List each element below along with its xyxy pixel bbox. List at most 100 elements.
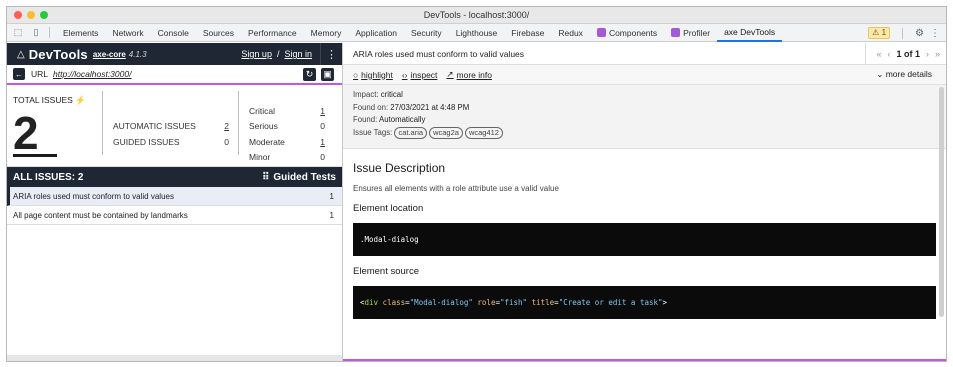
tab-profiler-label: Profiler: [683, 27, 711, 38]
warnings-badge[interactable]: ⚠ 1: [868, 27, 891, 39]
detail-scrollbar[interactable]: [939, 87, 944, 317]
save-icon[interactable]: ▣: [321, 68, 334, 81]
sign-up-link[interactable]: Sign up: [241, 49, 272, 59]
tab-lighthouse[interactable]: Lighthouse: [449, 24, 505, 42]
zoom-window-button[interactable]: [40, 11, 48, 19]
minor-label: Minor: [249, 152, 271, 162]
issue-metadata: Impact: critical Found on: 27/03/2021 at…: [343, 85, 946, 149]
more-info-link[interactable]: ↗ more info: [446, 69, 492, 80]
moderate-count[interactable]: 1: [305, 137, 325, 147]
inspect-link[interactable]: ‹› inspect: [402, 70, 438, 80]
minimize-window-button[interactable]: [27, 11, 35, 19]
issue-tag: wcag412: [464, 126, 503, 139]
rescan-icon[interactable]: ↻: [303, 68, 316, 81]
tab-security[interactable]: Security: [404, 24, 449, 42]
source-value: "fish": [499, 298, 528, 307]
all-issues-label: ALL ISSUES: 2: [13, 171, 84, 183]
issue-count: 1: [329, 210, 334, 220]
summary-divider-1: [102, 91, 103, 155]
found-on-row: Found on: 27/03/2021 at 4:48 PM: [353, 102, 936, 115]
next-page-icon[interactable]: ›: [926, 49, 929, 59]
detail-title: ARIA roles used must conform to valid va…: [353, 48, 525, 59]
tab-sources[interactable]: Sources: [196, 24, 241, 42]
last-page-icon[interactable]: »: [935, 49, 940, 59]
detail-header: ARIA roles used must conform to valid va…: [343, 43, 946, 65]
moderate-label: Moderate: [249, 137, 285, 147]
window-titlebar: DevTools - localhost:3000/: [7, 7, 946, 24]
source-value: "Create or edit a task": [558, 298, 663, 307]
element-source-heading: Element source: [353, 266, 420, 277]
tab-console[interactable]: Console: [151, 24, 196, 42]
warnings-count: 1: [881, 28, 887, 37]
critical-count[interactable]: 1: [305, 106, 325, 116]
tab-profiler[interactable]: Profiler: [664, 24, 717, 42]
device-toolbar-icon[interactable]: ▯: [29, 27, 43, 39]
react-profiler-icon: [671, 28, 681, 37]
issue-description-heading: Issue Description: [353, 161, 446, 175]
automatic-issues-label: AUTOMATIC ISSUES: [113, 121, 196, 131]
highlight-label: highlight: [361, 69, 393, 80]
tab-performance[interactable]: Performance: [241, 24, 304, 42]
tab-memory[interactable]: Memory: [304, 24, 349, 42]
issue-count: 1: [329, 191, 334, 201]
element-location-code[interactable]: .Modal-dialog: [353, 223, 936, 256]
settings-gear-icon[interactable]: ⚙: [915, 28, 924, 39]
close-window-button[interactable]: [14, 11, 22, 19]
tab-application[interactable]: Application: [348, 24, 404, 42]
external-link-icon: ↗: [446, 69, 454, 79]
highlight-link[interactable]: ○ highlight: [353, 70, 393, 80]
issue-row[interactable]: All page content must be contained by la…: [7, 206, 342, 225]
lightning-icon: ⚡: [75, 95, 86, 105]
sidebar-scrollbar[interactable]: [7, 355, 342, 361]
auth-links: Sign up / Sign in: [241, 43, 312, 65]
tags-label: Issue Tags:: [353, 127, 393, 137]
window-title: DevTools - localhost:3000/: [423, 10, 530, 20]
chevron-down-icon: ⌄: [876, 69, 884, 79]
total-issues-count: 2: [13, 107, 39, 159]
tab-elements[interactable]: Elements: [56, 24, 105, 42]
devtools-tabbar: ⬚ ▯ Elements Network Console Sources Per…: [7, 24, 946, 42]
tab-components[interactable]: Components: [590, 24, 664, 42]
issue-description-text: Ensures all elements with a role attribu…: [353, 184, 559, 193]
guided-tests-button[interactable]: ⠿ Guided Tests: [256, 167, 342, 187]
url-value[interactable]: http://localhost:3000/: [53, 69, 131, 79]
found-on-label: Found on:: [353, 102, 389, 112]
tab-axe-devtools[interactable]: axe DevTools: [717, 24, 783, 42]
tabbar-right-divider: [902, 27, 904, 39]
element-location-heading: Element location: [353, 203, 424, 214]
more-details-toggle[interactable]: ⌄ more details: [876, 69, 932, 80]
issue-label: ARIA roles used must conform to valid va…: [13, 191, 174, 201]
element-source-code[interactable]: < div class = "Modal-dialog" role = "fish" ti…: [353, 286, 936, 319]
detail-tools: ○ highlight ‹› inspect ↗ more info ⌄ more d…: [343, 65, 946, 85]
total-issues-label: TOTAL ISSUES ⚡: [13, 95, 86, 106]
first-page-icon[interactable]: «: [876, 49, 881, 59]
prev-page-icon[interactable]: ‹: [887, 49, 890, 59]
minor-count: 0: [320, 152, 325, 162]
react-components-icon: [596, 28, 606, 37]
more-options-icon[interactable]: ⋮: [930, 28, 940, 39]
tab-firebase[interactable]: Firebase: [504, 24, 551, 42]
axe-logo-icon: △: [17, 48, 25, 60]
axe-core-link[interactable]: axe-core: [93, 50, 126, 59]
guided-tests-label: Guided Tests: [273, 171, 336, 183]
axe-menu-icon[interactable]: ⋮: [320, 43, 342, 65]
issue-row[interactable]: ARIA roles used must conform to valid va…: [7, 187, 342, 206]
found-row: Found: Automatically: [353, 114, 936, 127]
inspect-element-icon[interactable]: ⬚: [11, 27, 25, 39]
total-underline: [13, 154, 57, 157]
tab-network[interactable]: Network: [105, 24, 150, 42]
serious-label: Serious: [249, 121, 278, 131]
summary-divider-2: [238, 91, 239, 155]
devtools-window: DevTools - localhost:3000/ ⬚ ▯ Elements …: [6, 6, 947, 362]
back-arrow-icon[interactable]: ←: [13, 68, 25, 80]
sign-in-link[interactable]: Sign in: [284, 49, 312, 59]
pager-status: 1 of 1: [896, 49, 920, 59]
issue-label: All page content must be contained by la…: [13, 210, 188, 220]
tab-redux[interactable]: Redux: [551, 24, 590, 42]
axe-title: DevTools: [28, 46, 88, 62]
url-actions: ↻ ▣: [303, 68, 334, 81]
automatic-issues-count[interactable]: 2: [209, 121, 229, 131]
auth-separator: /: [276, 49, 280, 59]
code-icon: ‹›: [401, 69, 408, 80]
inspect-label: inspect: [410, 69, 438, 80]
